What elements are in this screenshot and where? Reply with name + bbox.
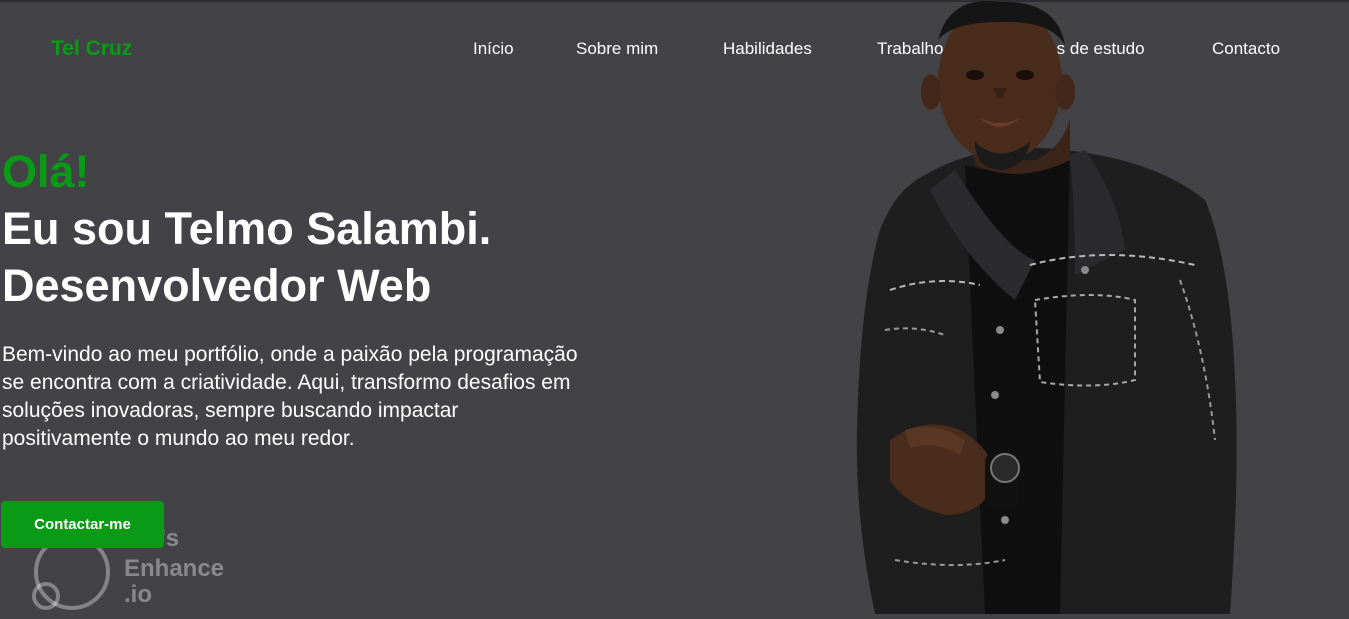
portrait-image [856,1,1237,614]
watermark-line3: .io [124,581,152,608]
nav-inicio[interactable]: Início [473,39,514,59]
hero-greeting: Olá! [2,146,90,197]
contact-me-button[interactable]: Contactar-me [1,501,164,548]
nav-sobre-mim[interactable]: Sobre mim [576,39,658,59]
nav-habilidades[interactable]: Habilidades [723,39,812,59]
hero-description: Bem-vindo ao meu portfólio, onde a paixã… [2,343,578,450]
hero-role-line: Desenvolvedor Web [2,260,432,311]
site-logo[interactable]: Tel Cruz [51,37,132,61]
hero-heading-block: Olá! Eu sou Telmo Salambi. Desenvolvedor… [2,144,622,314]
hero-name-line: Eu sou Telmo Salambi. [2,203,492,254]
watermark-line2: Enhance [124,555,225,582]
